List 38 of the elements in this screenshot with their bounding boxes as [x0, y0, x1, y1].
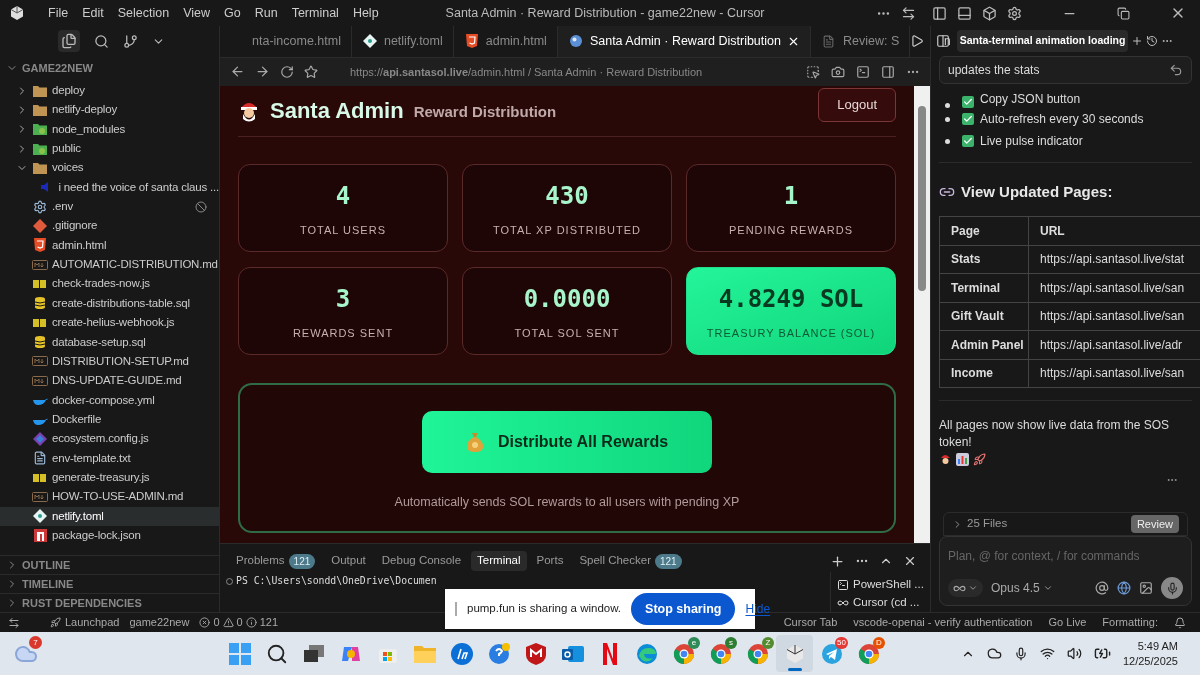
page-subtitle: Reward Distribution [413, 101, 557, 122]
stat-label: TREASURY BALANCE (SOL) [706, 325, 876, 341]
stat-value: 0.0000 [523, 283, 611, 315]
stat-value: 4.8249 SOL [718, 283, 864, 315]
count-badge: 121 [655, 553, 682, 569]
notification-badge: e [688, 637, 700, 649]
table-cell: Stats [939, 245, 1029, 274]
summary-text: All pages now show live data from the SOS token! [939, 417, 1171, 451]
notification-badge: Z [762, 637, 774, 649]
terminal-line: PS C:\Users\sondd\OneDrive\Documen [236, 574, 437, 588]
stat-value: 430 [545, 180, 589, 212]
stat-label: TOTAL USERS [300, 222, 386, 238]
notification-badge: s [725, 637, 737, 649]
section-heading: View Updated Pages: [961, 182, 1113, 202]
stat-value: 1 [783, 180, 799, 212]
window-title: Santa Admin · Reward Distribution - game22new - Cursor [445, 4, 765, 22]
table-header: Page [939, 216, 1029, 245]
checklist-text: Auto-refresh every 30 seconds [980, 111, 1144, 128]
table-header: URL [1028, 216, 1200, 245]
notification-badge: 50 [835, 637, 848, 649]
notification-badge: 7 [29, 635, 42, 649]
count-badge: 121 [288, 553, 316, 569]
stat-label: TOTAL XP DISTRIBUTED [493, 222, 641, 238]
checklist-text: Live pulse indicator [980, 133, 1083, 150]
stat-value: 4 [335, 180, 351, 212]
caption: Automatically sends SOL rewards to all users with pending XP [394, 493, 740, 511]
stat-value: 3 [335, 283, 351, 315]
stat-label: TOTAL SOL SENT [514, 325, 620, 341]
share-message: pump.fun is sharing a window. [467, 601, 622, 617]
checklist-text: Copy JSON button [980, 91, 1081, 108]
notification-badge: D [873, 637, 885, 649]
page-title: Santa Admin [270, 97, 404, 126]
table-cell: Terminal [939, 273, 1029, 302]
table-cell: Admin Panel [939, 330, 1029, 359]
stat-label: REWARDS SENT [292, 325, 394, 341]
table-cell: Gift Vault [939, 302, 1029, 331]
stat-label: PENDING REWARDS [729, 222, 853, 238]
table-cell: Income [939, 359, 1029, 388]
